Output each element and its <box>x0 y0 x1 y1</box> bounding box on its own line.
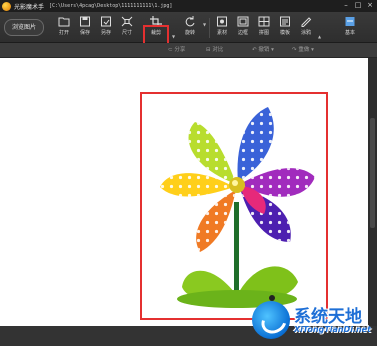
app-logo-icon <box>2 1 11 11</box>
border-icon <box>237 16 249 27</box>
doodle-label: 涂鸦 <box>300 30 311 36</box>
basic-button[interactable]: 基本 <box>340 15 360 40</box>
minimize-icon[interactable]: – <box>342 1 350 10</box>
rotate-icon <box>185 16 195 27</box>
title-bar: 光影魔术手 [C:\Users\4pcag\Desktop\1111111111… <box>0 0 377 12</box>
crop-dropdown-icon[interactable]: ▼ <box>172 34 175 39</box>
rotate-label: 旋转 <box>184 30 195 36</box>
save-icon <box>80 16 90 27</box>
sub-toolbar: ⊂ 分享 ⊟ 对比 ↶ 撤销 ▾ ↷ 重做 ▾ <box>0 43 377 58</box>
resize-icon <box>121 16 133 27</box>
material-button[interactable]: 素材 <box>212 15 232 40</box>
puzzle-icon <box>258 16 270 27</box>
undo-button[interactable]: ↶ 撤销 ▾ <box>252 45 274 53</box>
share-button[interactable]: ⊂ 分享 <box>168 45 185 53</box>
window-controls: – □ × <box>342 1 374 10</box>
more-dropdown-icon[interactable]: ▲ <box>318 34 321 39</box>
main-toolbar: 浏览图片 打开 保存 另存 尺寸 裁剪 ▼ 旋转 ▼ 素材 边框 拼图 模板 涂… <box>0 12 377 53</box>
rotate-dropdown-icon[interactable]: ▼ <box>203 22 206 27</box>
rotate-button[interactable]: 旋转 <box>180 15 200 40</box>
redo-button[interactable]: ↷ 重做 ▾ <box>292 45 314 53</box>
doodle-icon <box>301 17 312 27</box>
resize-button[interactable]: 尺寸 <box>117 15 137 40</box>
watermark-logo-icon <box>252 301 291 339</box>
close-icon[interactable]: × <box>366 1 374 10</box>
border-label: 边框 <box>237 30 248 36</box>
save-button[interactable]: 保存 <box>75 15 95 40</box>
save-label: 保存 <box>79 30 90 36</box>
material-label: 素材 <box>216 30 227 36</box>
material-icon <box>217 16 227 27</box>
puzzle-button[interactable]: 拼图 <box>254 15 274 40</box>
file-path: [C:\Users\4pcag\Desktop\1111111111\1.jpg… <box>49 3 173 9</box>
basic-label: 基本 <box>344 30 355 36</box>
crop-selection-frame <box>140 92 328 320</box>
template-button[interactable]: 模板 <box>275 15 295 40</box>
save-as-icon <box>101 16 111 27</box>
template-label: 模板 <box>279 30 290 36</box>
open-button[interactable]: 打开 <box>54 15 74 40</box>
puzzle-label: 拼图 <box>258 30 269 36</box>
resize-label: 尺寸 <box>121 30 132 36</box>
toolbar-divider <box>209 18 210 38</box>
app-name: 光影魔术手 <box>14 3 45 11</box>
template-icon <box>280 16 290 27</box>
vertical-scrollbar[interactable] <box>368 58 377 326</box>
maximize-icon[interactable]: □ <box>354 1 362 10</box>
doodle-button[interactable]: 涂鸦 <box>296 15 316 40</box>
watermark-url: XiTongTianDi.net <box>294 325 371 334</box>
open-label: 打开 <box>58 30 69 36</box>
save-as-label: 另存 <box>100 30 111 36</box>
basic-icon <box>345 17 355 26</box>
folder-icon <box>58 17 70 27</box>
scrollbar-thumb[interactable] <box>370 118 375 228</box>
border-button[interactable]: 边框 <box>233 15 253 40</box>
compare-button[interactable]: ⊟ 对比 <box>206 45 223 53</box>
browse-images-button[interactable]: 浏览图片 <box>4 19 44 36</box>
watermark-title: 系统天地 <box>294 307 362 327</box>
site-watermark: 系统天地 XiTongTianDi.net <box>252 298 377 346</box>
save-as-button[interactable]: 另存 <box>96 15 116 40</box>
